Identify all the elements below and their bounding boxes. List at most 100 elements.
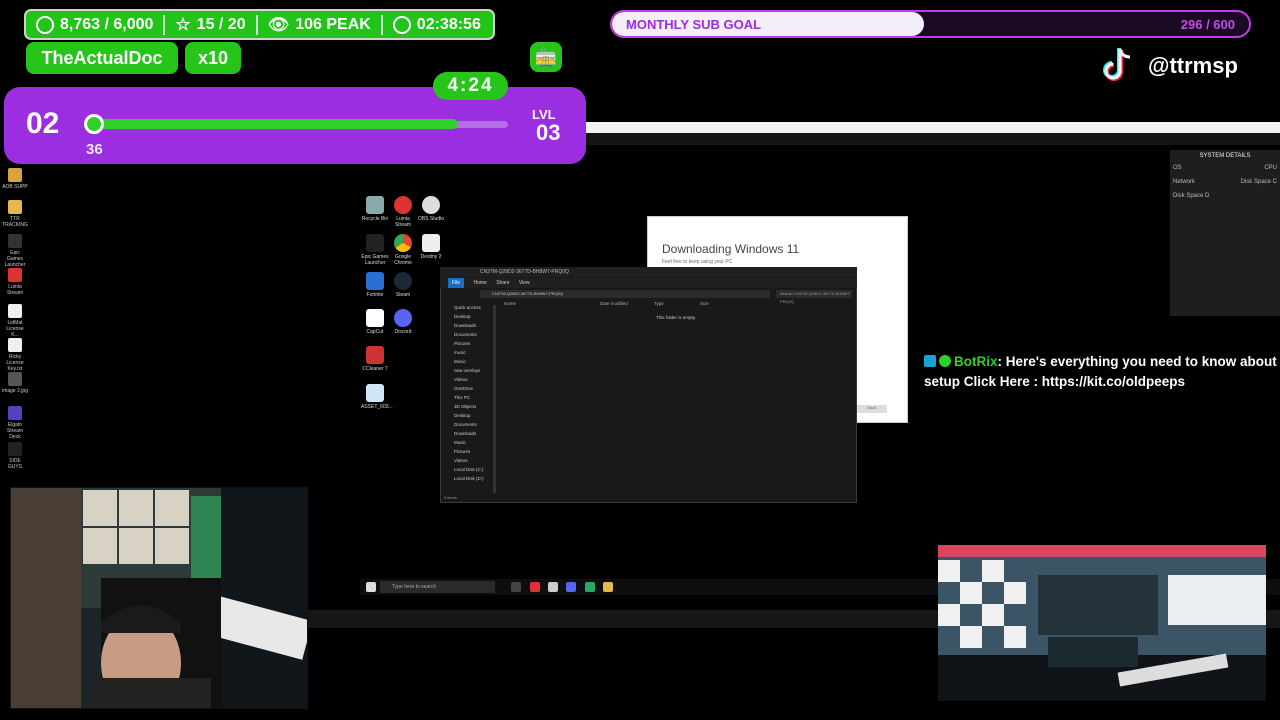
folder-icon [8,200,22,214]
system-row: Disk Space D [1173,193,1277,199]
desktop-icon[interactable]: Epic Games Launcher [2,234,28,268]
desktop-icon[interactable]: LidMat License K... [2,304,28,338]
icon-label: Ricky License Key.txt [6,354,24,372]
chat-text: : Here's everything you need to know abo… [997,354,1280,369]
icon-label: image 2.jpg [2,388,28,394]
disk-d-label: Disk Space D [1173,193,1210,199]
lumia-icon [8,268,22,282]
task-view-icon[interactable] [511,582,521,592]
tiktok-icon [1103,48,1131,81]
folder-taskbar-icon[interactable] [603,582,613,592]
nav-item[interactable]: Documents [444,330,492,339]
icon-label: TTR TRACKING [2,216,28,228]
os-label: OS [1173,165,1182,171]
disk-c-label: Disk Space C [1240,179,1277,185]
desktop-icon[interactable]: CapCut [361,309,389,335]
nav-item[interactable]: Quick access [444,303,492,312]
tab-view[interactable]: View [519,280,530,286]
desktop-icon[interactable]: Discord [389,309,417,335]
desktop-icon[interactable]: OBS Studio [417,196,445,222]
system-row: OS CPU [1173,165,1277,171]
desktop-icon[interactable]: Fortnite [361,272,389,298]
desktop-icon[interactable]: AOB SUPP [2,168,28,190]
uptime-stat: 02:38:56 [383,11,491,38]
icon-label: Epic Games Launcher [4,250,26,268]
taskbar-search-input[interactable]: Type here to search [380,581,495,593]
nav-item[interactable]: music [444,348,492,357]
nav-item[interactable]: 3D Objects [444,402,492,411]
tab-home[interactable]: Home [473,280,486,286]
explorer-status: 0 items [444,495,457,500]
nav-item[interactable]: Music [444,438,492,447]
desktop-icon[interactable]: image 2.jpg [2,372,28,394]
start-icon[interactable] [366,582,376,592]
desktop-icon[interactable]: TTR TRACKING [2,200,28,228]
uptime-value: 02:38:56 [416,15,481,33]
app-taskbar-icon[interactable] [585,582,595,592]
nav-item[interactable]: Videos [444,456,492,465]
star-icon: ☆ [175,14,191,34]
nav-item[interactable]: Local Disk (D:) [444,474,492,483]
icon-label: Lumia Stream [394,216,412,228]
nav-item[interactable]: Downloads [444,321,492,330]
nav-item[interactable]: This PC [444,393,492,402]
discord-taskbar-icon[interactable] [566,582,576,592]
column-name[interactable]: Name [504,301,516,306]
eye-icon: 👁 [267,14,290,34]
discord-icon [394,309,412,327]
nav-item[interactable]: Desktop [444,312,492,321]
desktop-icon[interactable]: CCleaner 7 [361,346,389,372]
column-type[interactable]: Type [654,301,664,306]
column-size[interactable]: Size [700,301,709,306]
divider [255,14,258,35]
desktop-icon[interactable]: Epic Games Launcher [361,234,389,266]
tram-icon: 🚋 [530,42,562,72]
followers-stat: 8,763 / 6,000 [26,11,163,38]
verified-icon [939,355,951,367]
nav-item[interactable]: Documents [444,420,492,429]
nav-scrollbar[interactable] [493,305,496,493]
chrome-icon [394,234,412,252]
nav-item[interactable]: Desktop [444,411,492,420]
explorer-search-input[interactable]: Search CN27M-Q28D2-3677D-BH8W7-PRQ0Q [776,290,852,304]
nav-item[interactable]: new overlays [444,366,492,375]
setup-back-button[interactable]: Back [857,405,887,413]
desktop-icon[interactable]: Elgato Stream Deck [2,406,28,440]
tab-file[interactable]: File [448,278,465,288]
icon-label: Discord [394,329,412,335]
column-date-modified[interactable]: Date modified [600,301,628,306]
desktop-icon[interactable]: Destiny 2 [417,234,445,260]
desktop-icon[interactable]: Steam [389,272,417,298]
explorer-column-headers: Name Date modified Type Size [500,301,840,309]
icon-label: CCleaner 7 [362,366,388,372]
desktop-icon[interactable]: ASSET_603... [361,384,393,410]
desktop-icon[interactable]: Recycle Bin [361,196,389,222]
tab-share[interactable]: Share [496,280,509,286]
bot-badge-icon [924,355,936,367]
lumia-taskbar-icon[interactable] [530,582,540,592]
desktop-icon[interactable]: Google Chrome [389,234,417,266]
nav-item[interactable]: OneDrive [444,384,492,393]
desktop-icon[interactable]: Lumia Stream [389,196,417,228]
level-timer: 4:24 [433,72,508,100]
nav-item[interactable]: Pictures [444,447,492,456]
cpu-label: CPU [1264,165,1277,171]
image-icon [8,372,22,386]
lumia-icon [394,196,412,214]
nav-item[interactable]: Downloads [444,429,492,438]
explorer-ribbon-tabs: File Home Share View [440,278,857,288]
icon-label: Destiny 2 [420,254,442,260]
nav-item[interactable]: Local Disk (C:) [444,465,492,474]
desktop-icon[interactable]: Lumia Stream [2,268,28,296]
obs-taskbar-icon[interactable] [548,582,558,592]
nav-item[interactable]: Music [444,357,492,366]
obs-icon [422,196,440,214]
destiny-icon [422,234,440,252]
desktop-icon[interactable]: Ricky License Key.txt [2,338,28,372]
clock-icon [392,15,411,34]
icon-label: Lumia Stream [6,284,24,296]
nav-item[interactable]: Pictures [444,339,492,348]
explorer-address-bar[interactable]: CN27M-Q28D2-3677D-BH8W7-PRQ0Q [480,290,770,298]
nav-item[interactable]: Videos [444,375,492,384]
desktop-icon[interactable]: SIDE GUYS [2,442,28,470]
